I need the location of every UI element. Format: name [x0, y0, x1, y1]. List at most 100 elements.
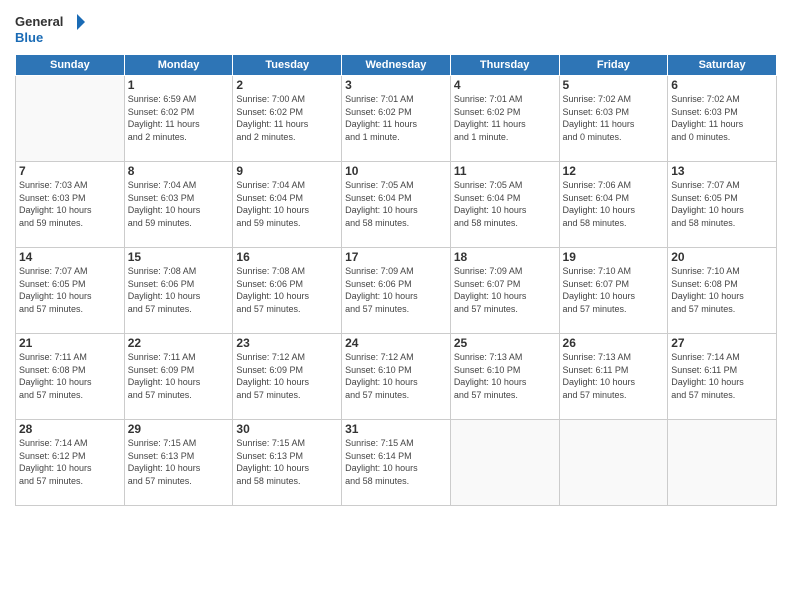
- weekday-header-tuesday: Tuesday: [233, 55, 342, 76]
- day-info: Sunrise: 7:13 AM Sunset: 6:10 PM Dayligh…: [454, 351, 556, 401]
- calendar-cell: 11Sunrise: 7:05 AM Sunset: 6:04 PM Dayli…: [450, 162, 559, 248]
- calendar-cell: 14Sunrise: 7:07 AM Sunset: 6:05 PM Dayli…: [16, 248, 125, 334]
- weekday-header-friday: Friday: [559, 55, 668, 76]
- day-info: Sunrise: 7:12 AM Sunset: 6:09 PM Dayligh…: [236, 351, 338, 401]
- calendar-cell: 18Sunrise: 7:09 AM Sunset: 6:07 PM Dayli…: [450, 248, 559, 334]
- day-number: 24: [345, 336, 447, 350]
- day-number: 17: [345, 250, 447, 264]
- calendar-cell: 10Sunrise: 7:05 AM Sunset: 6:04 PM Dayli…: [342, 162, 451, 248]
- day-info: Sunrise: 7:01 AM Sunset: 6:02 PM Dayligh…: [454, 93, 556, 143]
- day-number: 31: [345, 422, 447, 436]
- day-number: 15: [128, 250, 230, 264]
- calendar-cell: 22Sunrise: 7:11 AM Sunset: 6:09 PM Dayli…: [124, 334, 233, 420]
- day-number: 16: [236, 250, 338, 264]
- day-info: Sunrise: 7:03 AM Sunset: 6:03 PM Dayligh…: [19, 179, 121, 229]
- page: General Blue SundayMondayTuesdayWednesda…: [0, 0, 792, 612]
- calendar-cell: 13Sunrise: 7:07 AM Sunset: 6:05 PM Dayli…: [668, 162, 777, 248]
- calendar-cell: [16, 76, 125, 162]
- day-info: Sunrise: 7:04 AM Sunset: 6:03 PM Dayligh…: [128, 179, 230, 229]
- day-number: 26: [563, 336, 665, 350]
- day-info: Sunrise: 7:05 AM Sunset: 6:04 PM Dayligh…: [345, 179, 447, 229]
- day-number: 23: [236, 336, 338, 350]
- day-info: Sunrise: 7:07 AM Sunset: 6:05 PM Dayligh…: [671, 179, 773, 229]
- calendar-cell: 19Sunrise: 7:10 AM Sunset: 6:07 PM Dayli…: [559, 248, 668, 334]
- day-info: Sunrise: 6:59 AM Sunset: 6:02 PM Dayligh…: [128, 93, 230, 143]
- day-info: Sunrise: 7:10 AM Sunset: 6:08 PM Dayligh…: [671, 265, 773, 315]
- calendar-cell: 23Sunrise: 7:12 AM Sunset: 6:09 PM Dayli…: [233, 334, 342, 420]
- day-info: Sunrise: 7:05 AM Sunset: 6:04 PM Dayligh…: [454, 179, 556, 229]
- day-number: 25: [454, 336, 556, 350]
- calendar-cell: 8Sunrise: 7:04 AM Sunset: 6:03 PM Daylig…: [124, 162, 233, 248]
- day-number: 18: [454, 250, 556, 264]
- day-info: Sunrise: 7:06 AM Sunset: 6:04 PM Dayligh…: [563, 179, 665, 229]
- calendar-table: SundayMondayTuesdayWednesdayThursdayFrid…: [15, 54, 777, 506]
- calendar-cell: 3Sunrise: 7:01 AM Sunset: 6:02 PM Daylig…: [342, 76, 451, 162]
- day-number: 13: [671, 164, 773, 178]
- calendar-cell: [559, 420, 668, 506]
- weekday-header-monday: Monday: [124, 55, 233, 76]
- day-number: 9: [236, 164, 338, 178]
- calendar-cell: 24Sunrise: 7:12 AM Sunset: 6:10 PM Dayli…: [342, 334, 451, 420]
- day-info: Sunrise: 7:04 AM Sunset: 6:04 PM Dayligh…: [236, 179, 338, 229]
- weekday-header-saturday: Saturday: [668, 55, 777, 76]
- week-row-2: 7Sunrise: 7:03 AM Sunset: 6:03 PM Daylig…: [16, 162, 777, 248]
- day-number: 10: [345, 164, 447, 178]
- weekday-header-row: SundayMondayTuesdayWednesdayThursdayFrid…: [16, 55, 777, 76]
- day-info: Sunrise: 7:07 AM Sunset: 6:05 PM Dayligh…: [19, 265, 121, 315]
- calendar-cell: 7Sunrise: 7:03 AM Sunset: 6:03 PM Daylig…: [16, 162, 125, 248]
- calendar-cell: 5Sunrise: 7:02 AM Sunset: 6:03 PM Daylig…: [559, 76, 668, 162]
- day-number: 3: [345, 78, 447, 92]
- svg-text:Blue: Blue: [15, 30, 43, 45]
- calendar-cell: 15Sunrise: 7:08 AM Sunset: 6:06 PM Dayli…: [124, 248, 233, 334]
- logo-svg: General Blue: [15, 10, 85, 50]
- day-info: Sunrise: 7:11 AM Sunset: 6:08 PM Dayligh…: [19, 351, 121, 401]
- day-number: 8: [128, 164, 230, 178]
- day-info: Sunrise: 7:12 AM Sunset: 6:10 PM Dayligh…: [345, 351, 447, 401]
- day-number: 4: [454, 78, 556, 92]
- calendar-cell: 16Sunrise: 7:08 AM Sunset: 6:06 PM Dayli…: [233, 248, 342, 334]
- day-number: 2: [236, 78, 338, 92]
- day-info: Sunrise: 7:11 AM Sunset: 6:09 PM Dayligh…: [128, 351, 230, 401]
- day-info: Sunrise: 7:08 AM Sunset: 6:06 PM Dayligh…: [128, 265, 230, 315]
- week-row-3: 14Sunrise: 7:07 AM Sunset: 6:05 PM Dayli…: [16, 248, 777, 334]
- week-row-5: 28Sunrise: 7:14 AM Sunset: 6:12 PM Dayli…: [16, 420, 777, 506]
- day-info: Sunrise: 7:14 AM Sunset: 6:11 PM Dayligh…: [671, 351, 773, 401]
- weekday-header-sunday: Sunday: [16, 55, 125, 76]
- calendar-cell: 30Sunrise: 7:15 AM Sunset: 6:13 PM Dayli…: [233, 420, 342, 506]
- svg-text:General: General: [15, 14, 63, 29]
- day-number: 7: [19, 164, 121, 178]
- day-info: Sunrise: 7:01 AM Sunset: 6:02 PM Dayligh…: [345, 93, 447, 143]
- day-info: Sunrise: 7:09 AM Sunset: 6:07 PM Dayligh…: [454, 265, 556, 315]
- day-info: Sunrise: 7:15 AM Sunset: 6:13 PM Dayligh…: [236, 437, 338, 487]
- day-info: Sunrise: 7:09 AM Sunset: 6:06 PM Dayligh…: [345, 265, 447, 315]
- calendar-cell: 12Sunrise: 7:06 AM Sunset: 6:04 PM Dayli…: [559, 162, 668, 248]
- logo: General Blue: [15, 10, 85, 50]
- day-info: Sunrise: 7:15 AM Sunset: 6:13 PM Dayligh…: [128, 437, 230, 487]
- day-info: Sunrise: 7:02 AM Sunset: 6:03 PM Dayligh…: [563, 93, 665, 143]
- header: General Blue: [15, 10, 777, 50]
- calendar-cell: 29Sunrise: 7:15 AM Sunset: 6:13 PM Dayli…: [124, 420, 233, 506]
- weekday-header-wednesday: Wednesday: [342, 55, 451, 76]
- day-number: 22: [128, 336, 230, 350]
- day-number: 21: [19, 336, 121, 350]
- calendar-cell: 1Sunrise: 6:59 AM Sunset: 6:02 PM Daylig…: [124, 76, 233, 162]
- day-number: 5: [563, 78, 665, 92]
- calendar-cell: 28Sunrise: 7:14 AM Sunset: 6:12 PM Dayli…: [16, 420, 125, 506]
- day-number: 19: [563, 250, 665, 264]
- day-info: Sunrise: 7:14 AM Sunset: 6:12 PM Dayligh…: [19, 437, 121, 487]
- day-info: Sunrise: 7:02 AM Sunset: 6:03 PM Dayligh…: [671, 93, 773, 143]
- calendar-cell: 27Sunrise: 7:14 AM Sunset: 6:11 PM Dayli…: [668, 334, 777, 420]
- day-number: 29: [128, 422, 230, 436]
- day-info: Sunrise: 7:00 AM Sunset: 6:02 PM Dayligh…: [236, 93, 338, 143]
- calendar-cell: 21Sunrise: 7:11 AM Sunset: 6:08 PM Dayli…: [16, 334, 125, 420]
- day-number: 11: [454, 164, 556, 178]
- day-number: 30: [236, 422, 338, 436]
- calendar-cell: 6Sunrise: 7:02 AM Sunset: 6:03 PM Daylig…: [668, 76, 777, 162]
- day-info: Sunrise: 7:08 AM Sunset: 6:06 PM Dayligh…: [236, 265, 338, 315]
- calendar-cell: 17Sunrise: 7:09 AM Sunset: 6:06 PM Dayli…: [342, 248, 451, 334]
- day-number: 27: [671, 336, 773, 350]
- day-number: 14: [19, 250, 121, 264]
- calendar-cell: 26Sunrise: 7:13 AM Sunset: 6:11 PM Dayli…: [559, 334, 668, 420]
- calendar-cell: [668, 420, 777, 506]
- calendar-cell: 20Sunrise: 7:10 AM Sunset: 6:08 PM Dayli…: [668, 248, 777, 334]
